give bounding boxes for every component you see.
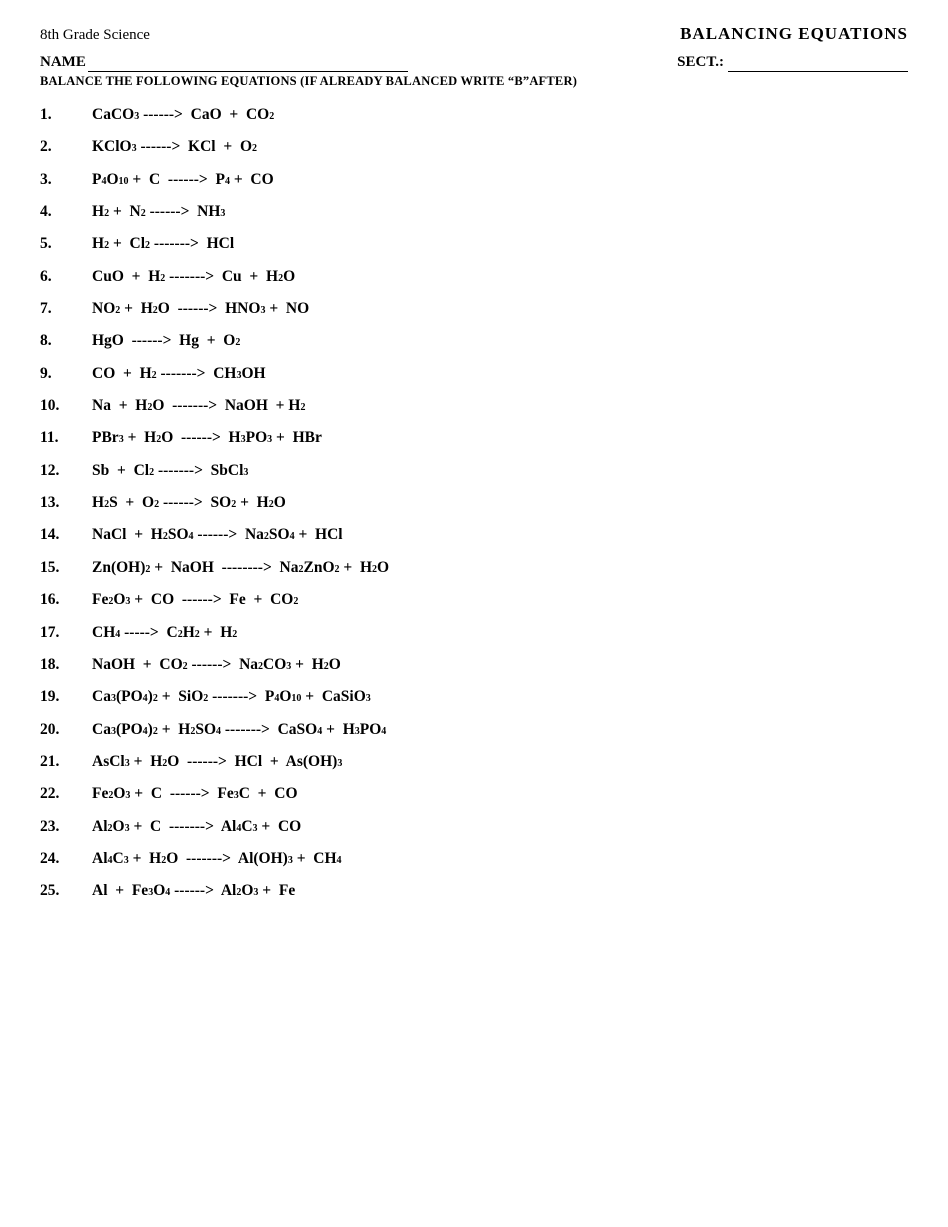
eq-number: 21. <box>40 749 92 775</box>
eq-number: 10. <box>40 393 92 419</box>
equation-row: 14.NaCl + H2SO4 ------> Na2SO4 + HCl <box>40 519 908 551</box>
equation-row: 25.Al + Fe3O4 ------> Al2O3 + Fe <box>40 875 908 907</box>
equation-row: 19.Ca3(PO4)2 + SiO2 -------> P4O10 + CaS… <box>40 681 908 713</box>
eq-content: CaCO3 ------> CaO + CO2 <box>92 102 274 128</box>
eq-content: CO + H2 -------> CH3OH <box>92 361 266 387</box>
eq-number: 1. <box>40 102 92 128</box>
equation-row: 10.Na + H2O -------> NaOH + H2 <box>40 390 908 422</box>
eq-content: Na + H2O -------> NaOH + H2 <box>92 393 305 419</box>
equation-row: 17.CH4 -----> C2H2 + H2 <box>40 617 908 649</box>
instructions-text: BALANCE THE FOLLOWING EQUATIONS (IF ALRE… <box>40 74 908 89</box>
eq-content: P4O10 + C ------> P4 + CO <box>92 167 274 193</box>
equation-row: 16.Fe2O3 + CO ------> Fe + CO2 <box>40 584 908 616</box>
eq-number: 11. <box>40 425 92 451</box>
eq-content: Al + Fe3O4 ------> Al2O3 + Fe <box>92 878 295 904</box>
eq-number: 6. <box>40 264 92 290</box>
eq-content: Al2O3 + C -------> Al4C3 + CO <box>92 814 301 840</box>
eq-content: Al4C3 + H2O -------> Al(OH)3 + CH4 <box>92 846 342 872</box>
eq-content: HgO ------> Hg + O2 <box>92 328 240 354</box>
eq-number: 16. <box>40 587 92 613</box>
eq-content: CuO + H2 -------> Cu + H2O <box>92 264 295 290</box>
equation-row: 5.H2 + Cl2 -------> HCl <box>40 228 908 260</box>
equation-row: 23.Al2O3 + C -------> Al4C3 + CO <box>40 811 908 843</box>
sect-label: SECT.: <box>677 54 908 72</box>
name-sect-row: NAME SECT.: <box>40 54 908 72</box>
eq-content: Ca3(PO4)2 + H2SO4 -------> CaSO4 + H3PO4 <box>92 717 386 743</box>
eq-number: 8. <box>40 328 92 354</box>
name-underline <box>88 54 408 72</box>
equation-row: 12.Sb + Cl2 -------> SbCl3 <box>40 455 908 487</box>
equation-row: 3.P4O10 + C ------> P4 + CO <box>40 164 908 196</box>
eq-number: 7. <box>40 296 92 322</box>
sect-underline <box>728 54 908 72</box>
equation-row: 22.Fe2O3 + C ------> Fe3C + CO <box>40 778 908 810</box>
equation-row: 13.H2S + O2 ------> SO2 + H2O <box>40 487 908 519</box>
equation-row: 20.Ca3(PO4)2 + H2SO4 -------> CaSO4 + H3… <box>40 714 908 746</box>
eq-number: 3. <box>40 167 92 193</box>
eq-number: 13. <box>40 490 92 516</box>
eq-content: H2S + O2 ------> SO2 + H2O <box>92 490 286 516</box>
eq-number: 2. <box>40 134 92 160</box>
equation-row: 9.CO + H2 -------> CH3OH <box>40 358 908 390</box>
eq-number: 22. <box>40 781 92 807</box>
equation-row: 15.Zn(OH)2 + NaOH --------> Na2ZnO2 + H2… <box>40 552 908 584</box>
eq-content: Sb + Cl2 -------> SbCl3 <box>92 458 248 484</box>
eq-number: 4. <box>40 199 92 225</box>
equation-row: 24.Al4C3 + H2O -------> Al(OH)3 + CH4 <box>40 843 908 875</box>
eq-number: 5. <box>40 231 92 257</box>
page-header: 8th Grade Science BALANCING EQUATIONS NA… <box>40 24 908 89</box>
eq-number: 25. <box>40 878 92 904</box>
eq-number: 23. <box>40 814 92 840</box>
eq-number: 14. <box>40 522 92 548</box>
eq-content: H2 + N2 ------> NH3 <box>92 199 225 225</box>
equation-row: 8.HgO ------> Hg + O2 <box>40 325 908 357</box>
equation-row: 21.AsCl3 + H2O ------> HCl + As(OH)3 <box>40 746 908 778</box>
subject-label: 8th Grade Science <box>40 27 150 44</box>
eq-content: CH4 -----> C2H2 + H2 <box>92 620 237 646</box>
equation-row: 18.NaOH + CO2 ------> Na2CO3 + H2O <box>40 649 908 681</box>
eq-content: Ca3(PO4)2 + SiO2 -------> P4O10 + CaSiO3 <box>92 684 371 710</box>
name-label: NAME <box>40 54 408 72</box>
eq-content: Fe2O3 + CO ------> Fe + CO2 <box>92 587 298 613</box>
eq-content: NO2 + H2O ------> HNO3 + NO <box>92 296 309 322</box>
eq-content: H2 + Cl2 -------> HCl <box>92 231 234 257</box>
eq-number: 20. <box>40 717 92 743</box>
equations-list: 1.CaCO3 ------> CaO + CO22.KClO3 ------>… <box>40 99 908 908</box>
eq-number: 17. <box>40 620 92 646</box>
eq-content: Fe2O3 + C ------> Fe3C + CO <box>92 781 298 807</box>
eq-number: 15. <box>40 555 92 581</box>
eq-content: AsCl3 + H2O ------> HCl + As(OH)3 <box>92 749 342 775</box>
eq-content: KClO3 ------> KCl + O2 <box>92 134 257 160</box>
eq-number: 9. <box>40 361 92 387</box>
equation-row: 2.KClO3 ------> KCl + O2 <box>40 131 908 163</box>
eq-content: PBr3 + H2O ------> H3PO3 + HBr <box>92 425 322 451</box>
equation-row: 7.NO2 + H2O ------> HNO3 + NO <box>40 293 908 325</box>
page-title: BALANCING EQUATIONS <box>680 24 908 44</box>
eq-content: Zn(OH)2 + NaOH --------> Na2ZnO2 + H2O <box>92 555 389 581</box>
equation-row: 6.CuO + H2 -------> Cu + H2O <box>40 261 908 293</box>
equation-row: 1.CaCO3 ------> CaO + CO2 <box>40 99 908 131</box>
eq-number: 19. <box>40 684 92 710</box>
eq-number: 24. <box>40 846 92 872</box>
equation-row: 4.H2 + N2 ------> NH3 <box>40 196 908 228</box>
eq-number: 18. <box>40 652 92 678</box>
equation-row: 11.PBr3 + H2O ------> H3PO3 + HBr <box>40 422 908 454</box>
eq-number: 12. <box>40 458 92 484</box>
eq-content: NaCl + H2SO4 ------> Na2SO4 + HCl <box>92 522 343 548</box>
eq-content: NaOH + CO2 ------> Na2CO3 + H2O <box>92 652 341 678</box>
